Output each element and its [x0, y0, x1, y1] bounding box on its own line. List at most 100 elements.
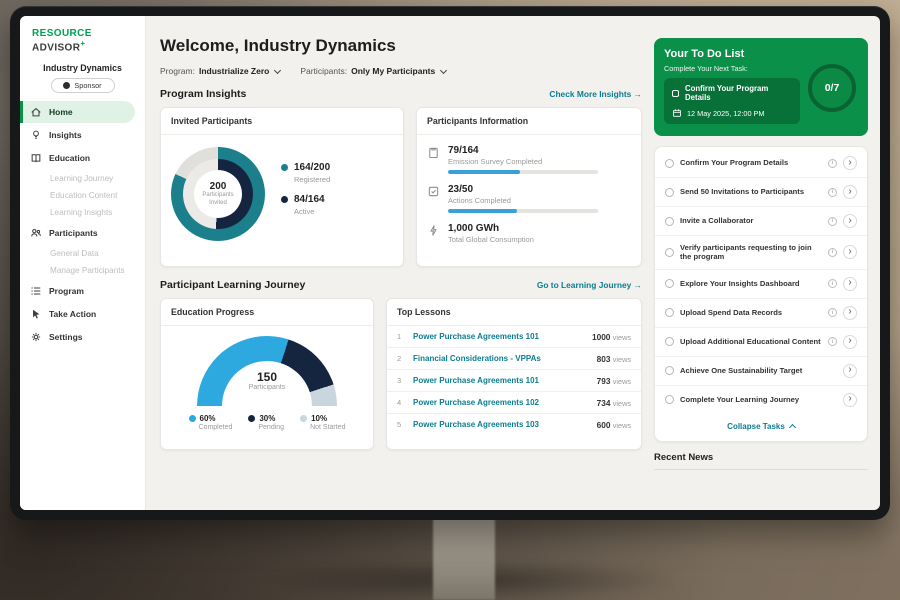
insights-cards-row: Invited Participants 200 Participants In…: [160, 107, 642, 267]
program-filter[interactable]: Program: Industrialize Zero: [160, 66, 280, 76]
chevron-right-icon[interactable]: ›: [843, 277, 857, 291]
gauge-center-label: Participants: [197, 384, 337, 391]
task-checkbox[interactable]: [665, 395, 674, 404]
sidebar-item-label: Home: [49, 107, 73, 117]
info-icon[interactable]: i: [828, 308, 837, 317]
todo-task-row[interactable]: Invite a Collaborator i ›: [655, 207, 867, 236]
gauge-legend: 60% Completed 30% Pending 10% Not Starte…: [161, 414, 373, 431]
info-icon[interactable]: i: [828, 217, 837, 226]
info-icon[interactable]: i: [828, 279, 837, 288]
lesson-row[interactable]: 2 Financial Considerations - VPPAs 803 v…: [387, 348, 641, 370]
legend-pct: 60%: [200, 414, 216, 423]
task-checkbox[interactable]: [665, 248, 674, 257]
task-checkbox[interactable]: [665, 279, 674, 288]
participants-information-card: Participants Information 79/164 Emission…: [416, 107, 642, 267]
collapse-label: Collapse Tasks: [727, 422, 785, 431]
info-icon[interactable]: i: [828, 159, 837, 168]
next-task-checkbox[interactable]: [672, 90, 679, 97]
task-checkbox[interactable]: [665, 159, 674, 168]
donut-legend: 164/200 Registered 84/164 Active: [281, 162, 330, 226]
next-task-chip[interactable]: Confirm Your Program Details 12 May 2025…: [664, 78, 800, 124]
lesson-views-count: 803: [597, 354, 611, 364]
legend-dot: [281, 196, 288, 203]
task-label: Upload Spend Data Records: [680, 308, 822, 317]
lesson-link[interactable]: Power Purchase Agreements 102: [413, 398, 589, 407]
brand-resource: RESOURCE: [32, 28, 92, 39]
participants-filter-value: Only My Participants: [351, 66, 435, 76]
sidebar-item-general-data[interactable]: General Data: [20, 245, 145, 262]
todo-task-row[interactable]: Verify participants requesting to join t…: [655, 236, 867, 270]
lesson-link[interactable]: Power Purchase Agreements 101: [413, 332, 584, 341]
lesson-row[interactable]: 3 Power Purchase Agreements 101 793 view…: [387, 370, 641, 392]
legend-label: Active: [294, 207, 330, 216]
lesson-link[interactable]: Power Purchase Agreements 101: [413, 376, 589, 385]
sidebar-item-learning-journey[interactable]: Learning Journey: [20, 170, 145, 187]
learning-cards-row: Education Progress 150 Participants: [160, 298, 642, 450]
sidebar-item-label: Take Action: [49, 309, 96, 319]
chevron-right-icon[interactable]: ›: [843, 214, 857, 228]
home-icon: [30, 106, 42, 118]
stat-row: 1,000 GWh Total Global Consumption: [427, 223, 631, 244]
todo-progress-ring: 0/7: [808, 64, 856, 112]
stat-row: 23/50 Actions Completed: [427, 184, 631, 213]
task-checkbox[interactable]: [665, 366, 674, 375]
lesson-row[interactable]: 5 Power Purchase Agreements 103 600 view…: [387, 414, 641, 435]
todo-task-row[interactable]: Confirm Your Program Details i ›: [655, 149, 867, 178]
donut-center-label: Participants Invited: [200, 192, 236, 206]
lesson-row[interactable]: 4 Power Purchase Agreements 102 734 view…: [387, 392, 641, 414]
lesson-link[interactable]: Power Purchase Agreements 103: [413, 420, 589, 429]
chevron-right-icon[interactable]: ›: [843, 306, 857, 320]
chevron-right-icon[interactable]: ›: [843, 185, 857, 199]
lesson-views-label: views: [613, 355, 631, 364]
sidebar-item-label: Learning Insights: [50, 208, 112, 217]
todo-task-row[interactable]: Send 50 Invitations to Participants i ›: [655, 178, 867, 207]
lesson-link[interactable]: Financial Considerations - VPPAs: [413, 354, 589, 363]
lesson-views-label: views: [613, 399, 631, 408]
chevron-right-icon[interactable]: ›: [843, 335, 857, 349]
sidebar-item-manage-participants[interactable]: Manage Participants: [20, 262, 145, 279]
task-checkbox[interactable]: [665, 217, 674, 226]
info-icon[interactable]: i: [828, 248, 837, 257]
chevron-right-icon[interactable]: ›: [843, 364, 857, 378]
sidebar-item-home[interactable]: Home: [20, 101, 135, 123]
todo-task-row[interactable]: Achieve One Sustainability Target ›: [655, 357, 867, 386]
chevron-right-icon[interactable]: ›: [843, 393, 857, 407]
link-label: Check More Insights: [549, 89, 631, 99]
sidebar-item-participants[interactable]: Participants: [20, 222, 145, 244]
legend-dot: [300, 415, 307, 422]
task-label: Achieve One Sustainability Target: [680, 366, 837, 375]
lesson-row[interactable]: 1 Power Purchase Agreements 101 1000 vie…: [387, 326, 641, 348]
check-more-insights-link[interactable]: Check More Insights →: [549, 89, 642, 99]
sidebar-item-education[interactable]: Education: [20, 147, 145, 169]
todo-task-row[interactable]: Upload Spend Data Records i ›: [655, 299, 867, 328]
collapse-tasks-link[interactable]: Collapse Tasks: [655, 414, 867, 439]
todo-summary-card: Your To Do List Complete Your Next Task:…: [654, 38, 868, 136]
task-label: Confirm Your Program Details: [680, 158, 822, 167]
chevron-right-icon[interactable]: ›: [843, 245, 857, 259]
sidebar-item-program[interactable]: Program: [20, 280, 145, 302]
task-checkbox[interactable]: [665, 308, 674, 317]
info-icon[interactable]: i: [828, 337, 837, 346]
legend-label: Completed: [199, 424, 233, 431]
sidebar-item-learning-insights[interactable]: Learning Insights: [20, 204, 145, 221]
sponsor-badge[interactable]: Sponsor: [51, 78, 115, 93]
actions-icon: [427, 185, 440, 198]
donut-center: 200 Participants Invited: [194, 170, 242, 218]
chevron-right-icon[interactable]: ›: [843, 156, 857, 170]
todo-task-row[interactable]: Complete Your Learning Journey ›: [655, 386, 867, 414]
participants-filter[interactable]: Participants: Only My Participants: [300, 66, 446, 76]
sidebar-item-education-content[interactable]: Education Content: [20, 187, 145, 204]
task-checkbox[interactable]: [665, 337, 674, 346]
survey-icon: [427, 146, 440, 159]
monitor-bezel: RESOURCE ADVISOR+ Industry Dynamics Spon…: [10, 6, 890, 520]
stats-list: 79/164 Emission Survey Completed 23/50: [417, 135, 641, 264]
lesson-views-count: 734: [597, 398, 611, 408]
todo-task-row[interactable]: Upload Additional Educational Content i …: [655, 328, 867, 357]
info-icon[interactable]: i: [828, 188, 837, 197]
sidebar-item-take-action[interactable]: Take Action: [20, 303, 145, 325]
sidebar-item-insights[interactable]: Insights: [20, 124, 145, 146]
sidebar-item-settings[interactable]: Settings: [20, 326, 145, 348]
go-to-learning-journey-link[interactable]: Go to Learning Journey →: [537, 280, 642, 290]
task-checkbox[interactable]: [665, 188, 674, 197]
todo-task-row[interactable]: Explore Your Insights Dashboard i ›: [655, 270, 867, 299]
